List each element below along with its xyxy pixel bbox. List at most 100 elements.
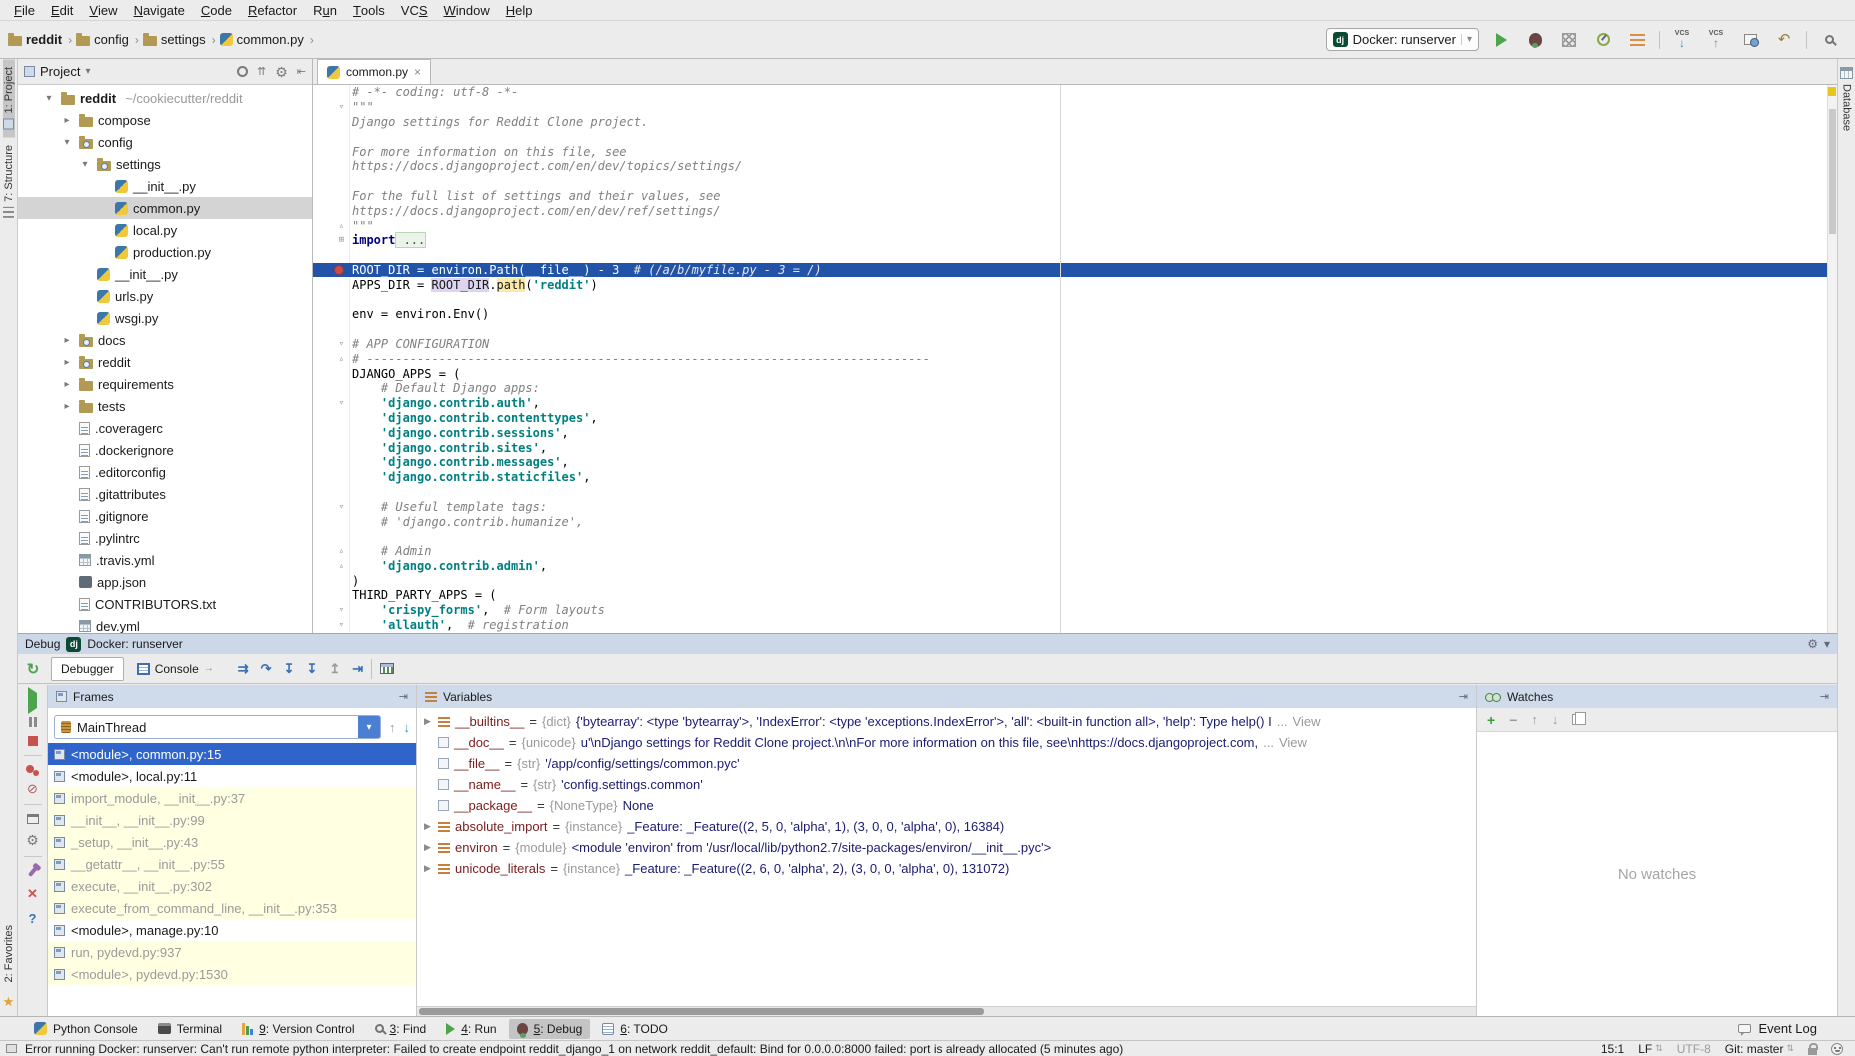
- variable-toggle-icon[interactable]: ▶: [422, 842, 433, 853]
- debug-button[interactable]: [1523, 28, 1547, 52]
- git-branch-widget[interactable]: Git: master⇅: [1725, 1042, 1794, 1056]
- breakpoint-icon[interactable]: [334, 265, 344, 275]
- code-line[interactable]: ▿ # Useful template tags:: [313, 499, 1827, 514]
- menu-item-window[interactable]: Window: [436, 0, 498, 20]
- menu-item-run[interactable]: Run: [305, 0, 345, 20]
- tree-toggle-icon[interactable]: ▸: [60, 401, 74, 412]
- frame-row[interactable]: execute_from_command_line, __init__.py:3…: [48, 897, 416, 919]
- vcs-commit-button[interactable]: VCS↑: [1704, 28, 1728, 52]
- tree-toggle-icon[interactable]: ▸: [60, 357, 74, 368]
- pin-tab-button[interactable]: [27, 866, 37, 877]
- menu-item-edit[interactable]: Edit: [43, 0, 81, 20]
- gear-icon[interactable]: ⚙: [275, 65, 288, 79]
- frame-row[interactable]: run, pydevd.py:937: [48, 941, 416, 963]
- tree-item[interactable]: .editorconfig: [18, 461, 312, 483]
- resume-button[interactable]: [28, 693, 37, 708]
- inspection-status-icon[interactable]: [1828, 87, 1836, 96]
- tree-item[interactable]: __init__.py: [18, 175, 312, 197]
- move-watch-down-button[interactable]: ↓: [1552, 712, 1559, 727]
- variable-toggle-icon[interactable]: ▶: [422, 863, 433, 874]
- frame-down-button[interactable]: ↓: [404, 720, 411, 735]
- help-button[interactable]: ?: [29, 911, 37, 926]
- code-line[interactable]: ▿# APP CONFIGURATION: [313, 337, 1827, 352]
- code-line[interactable]: 'django.contrib.sessions',: [313, 425, 1827, 440]
- tree-item[interactable]: common.py: [18, 197, 312, 219]
- debugger-settings-button[interactable]: ⚙: [26, 833, 39, 847]
- project-view-select[interactable]: Project ▾: [24, 64, 231, 79]
- code-line[interactable]: [313, 485, 1827, 500]
- variable-row[interactable]: ▶__builtins__ = {dict} {'bytearray': <ty…: [417, 711, 1476, 732]
- tree-toggle-icon[interactable]: ▸: [60, 335, 74, 346]
- tree-item[interactable]: ▸compose: [18, 109, 312, 131]
- line-separator-widget[interactable]: LF⇅: [1638, 1042, 1663, 1056]
- frame-row[interactable]: <module>, manage.py:10: [48, 919, 416, 941]
- search-everywhere-button[interactable]: [1817, 28, 1841, 52]
- panel-options-icon[interactable]: ⇥: [399, 690, 408, 703]
- frame-up-button[interactable]: ↑: [389, 720, 396, 735]
- hide-panel-icon[interactable]: ⇤: [297, 65, 306, 78]
- code-line[interactable]: 'django.contrib.messages',: [313, 455, 1827, 470]
- frame-row[interactable]: __getattr__, __init__.py:55: [48, 853, 416, 875]
- tree-item[interactable]: ▸requirements: [18, 373, 312, 395]
- tree-item[interactable]: CONTRIBUTORS.txt: [18, 593, 312, 615]
- tree-item[interactable]: .gitattributes: [18, 483, 312, 505]
- code-line[interactable]: 'django.contrib.sites',: [313, 440, 1827, 455]
- frame-row[interactable]: <module>, common.py:15: [48, 743, 416, 765]
- code-line[interactable]: 'django.contrib.staticfiles',: [313, 470, 1827, 485]
- tree-item[interactable]: .travis.yml: [18, 549, 312, 571]
- tree-item[interactable]: dev.yml: [18, 615, 312, 633]
- encoding-widget[interactable]: UTF-8: [1677, 1042, 1711, 1056]
- code-line[interactable]: https://docs.djangoproject.com/en/dev/re…: [313, 203, 1827, 218]
- tree-toggle-icon[interactable]: ▸: [60, 115, 74, 126]
- code-line[interactable]: env = environ.Env(): [313, 307, 1827, 322]
- evaluate-expression-button[interactable]: [380, 663, 394, 674]
- code-line[interactable]: ▵ 'django.contrib.admin',: [313, 559, 1827, 574]
- code-line[interactable]: [313, 292, 1827, 307]
- code-area[interactable]: # -*- coding: utf-8 -*-▿"""Django settin…: [313, 85, 1827, 633]
- tree-item[interactable]: ▸reddit: [18, 351, 312, 373]
- code-line[interactable]: [313, 248, 1827, 263]
- code-line[interactable]: # Default Django apps:: [313, 381, 1827, 396]
- code-line[interactable]: For the full list of settings and their …: [313, 189, 1827, 204]
- variable-row[interactable]: ▶environ = {module} <module 'environ' fr…: [417, 837, 1476, 858]
- tree-toggle-icon[interactable]: ▸: [60, 379, 74, 390]
- tree-toggle-icon[interactable]: ▾: [42, 93, 56, 104]
- code-line[interactable]: # -*- coding: utf-8 -*-: [313, 85, 1827, 100]
- restore-layout-button[interactable]: [27, 814, 39, 824]
- run-configuration-select[interactable]: dj Docker: runserver ▾: [1326, 28, 1479, 51]
- tree-toggle-icon[interactable]: ▾: [60, 137, 74, 148]
- rerun-button[interactable]: ↻: [18, 660, 48, 678]
- code-line[interactable]: ): [313, 573, 1827, 588]
- fold-marker-icon[interactable]: ⊞: [339, 235, 344, 245]
- variable-row[interactable]: __name__ = {str} 'config.settings.common…: [417, 774, 1476, 795]
- step-out-button[interactable]: ↥: [329, 662, 340, 675]
- menu-item-vcs[interactable]: VCS: [393, 0, 436, 20]
- code-line[interactable]: ▵""": [313, 218, 1827, 233]
- code-line[interactable]: [313, 529, 1827, 544]
- tree-item[interactable]: ▸docs: [18, 329, 312, 351]
- inspections-profile-icon[interactable]: [1831, 1043, 1843, 1055]
- tree-item[interactable]: .coveragerc: [18, 417, 312, 439]
- toolwindow-toggle-icon[interactable]: [6, 1044, 17, 1053]
- fold-marker-icon[interactable]: ▵: [339, 354, 344, 364]
- step-into-button[interactable]: ↧: [284, 662, 295, 675]
- profile-button[interactable]: [1591, 28, 1615, 52]
- close-icon[interactable]: ×: [414, 65, 421, 79]
- toolwindow-button-terminal[interactable]: Terminal: [150, 1019, 230, 1039]
- menu-item-refactor[interactable]: Refactor: [240, 0, 305, 20]
- tree-item[interactable]: ▸tests: [18, 395, 312, 417]
- breadcrumb-item[interactable]: config: [76, 32, 129, 47]
- tree-item[interactable]: .dockerignore: [18, 439, 312, 461]
- view-breakpoints-button[interactable]: [26, 765, 34, 773]
- fold-marker-icon[interactable]: ▿: [339, 620, 344, 630]
- stop-button[interactable]: [28, 736, 38, 746]
- tree-toggle-icon[interactable]: ▾: [78, 159, 92, 170]
- sidebar-item-structure[interactable]: 7: Structure: [3, 137, 15, 226]
- run-button[interactable]: [1489, 28, 1513, 52]
- frame-row[interactable]: __init__, __init__.py:99: [48, 809, 416, 831]
- fold-marker-icon[interactable]: ▿: [339, 102, 344, 112]
- frame-row[interactable]: <module>, local.py:11: [48, 765, 416, 787]
- lock-icon[interactable]: [1808, 1048, 1817, 1055]
- code-line[interactable]: For more information on this file, see: [313, 144, 1827, 159]
- menu-item-help[interactable]: Help: [498, 0, 541, 20]
